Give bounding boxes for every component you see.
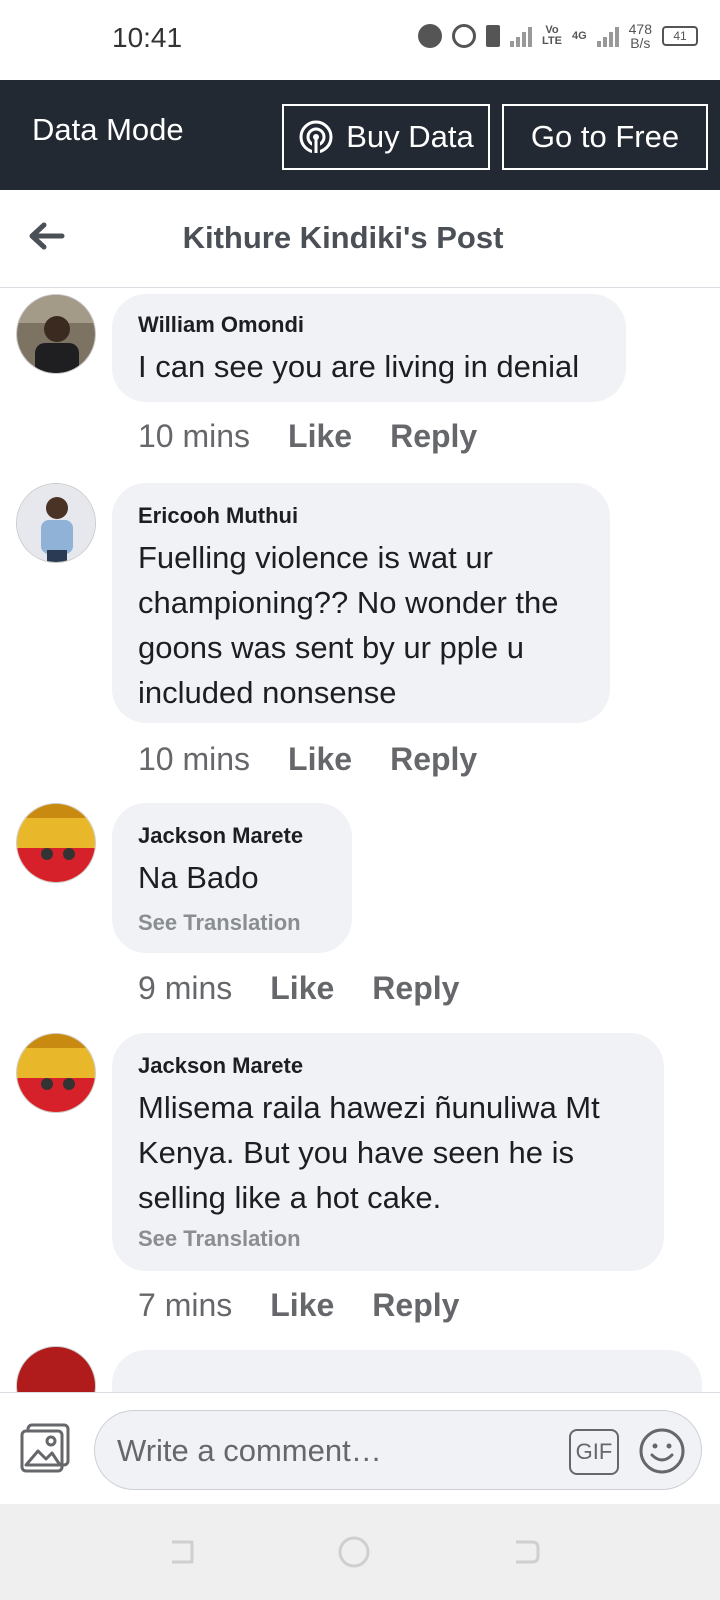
system-nav-bar xyxy=(0,1504,720,1600)
reply-button[interactable]: Reply xyxy=(390,418,477,455)
reply-button[interactable]: Reply xyxy=(372,970,459,1007)
like-button[interactable]: Like xyxy=(288,418,352,455)
data-mode-title: Data Mode xyxy=(32,112,184,147)
like-button[interactable]: Like xyxy=(288,741,352,778)
page-title: Kithure Kindiki's Post xyxy=(182,220,504,255)
comment-author[interactable]: Ericooh Muthui xyxy=(138,503,584,529)
comment-composer: GIF xyxy=(0,1392,720,1504)
avatar[interactable] xyxy=(16,483,96,563)
comment-meta: 10 mins Like Reply xyxy=(138,418,477,455)
comment-input[interactable] xyxy=(117,1429,537,1473)
gif-icon[interactable]: GIF xyxy=(569,1429,619,1475)
avatar-photo xyxy=(17,1034,95,1112)
alarm-icon xyxy=(451,24,476,48)
photo-icon[interactable] xyxy=(20,1423,72,1473)
status-time: 10:41 xyxy=(112,22,183,53)
back-nav-icon[interactable] xyxy=(508,1534,544,1570)
network-type-indicator: 4G xyxy=(571,29,587,42)
comment-bubble: Ericooh Muthui Fuelling violence is wat … xyxy=(112,483,610,723)
buy-data-button[interactable]: Buy Data xyxy=(282,104,490,170)
buy-data-label: Buy Data xyxy=(346,119,474,154)
signal-icon-2 xyxy=(596,25,619,47)
comment-text: Fuelling violence is wat ur championing?… xyxy=(138,540,559,710)
comment-author[interactable]: William Omondi xyxy=(138,312,600,338)
avatar-photo xyxy=(17,295,95,373)
like-button[interactable]: Like xyxy=(270,1287,334,1324)
comment-time[interactable]: 10 mins xyxy=(138,741,250,778)
reply-button[interactable]: Reply xyxy=(390,741,477,778)
comment-bubble: William Omondi I can see you are living … xyxy=(112,294,626,402)
go-to-free-button[interactable]: Go to Free xyxy=(502,104,708,170)
avatar[interactable] xyxy=(16,803,96,883)
comment-input-wrapper: GIF xyxy=(94,1410,702,1490)
comment-meta: 9 mins Like Reply xyxy=(138,970,459,1007)
comment-bubble xyxy=(112,1350,702,1392)
status-icons: Vo LTE 4G 478 B/s 41 xyxy=(417,21,698,51)
data-mode-bar: Data Mode Buy Data Go to Free xyxy=(0,80,720,190)
comment-bubble: Jackson Marete Na Bado See Translation xyxy=(112,803,352,953)
recents-icon[interactable] xyxy=(164,1534,200,1570)
home-icon[interactable] xyxy=(336,1534,372,1570)
comment-text: I can see you are living in denial xyxy=(138,349,580,384)
comment-bubble: Jackson Marete Mlisema raila hawezi ñunu… xyxy=(112,1033,664,1271)
signal-icon xyxy=(509,25,532,47)
comment-text: Mlisema raila hawezi ñunuliwa Mt Kenya. … xyxy=(138,1090,600,1215)
broadcast-icon xyxy=(299,120,333,155)
reply-button[interactable]: Reply xyxy=(372,1287,459,1324)
comment-time[interactable]: 9 mins xyxy=(138,970,232,1007)
volte-indicator: Vo LTE xyxy=(541,24,562,47)
comment-meta: 7 mins Like Reply xyxy=(138,1287,459,1324)
vibrate-icon xyxy=(485,25,500,47)
post-header: Kithure Kindiki's Post xyxy=(0,190,720,288)
emoji-icon[interactable] xyxy=(638,1427,686,1475)
avatar-photo xyxy=(17,804,95,882)
network-speed: 478 B/s xyxy=(628,21,652,51)
avatar[interactable] xyxy=(16,1346,96,1392)
comment-author[interactable]: Jackson Marete xyxy=(138,1053,638,1079)
battery-icon: 41 xyxy=(662,26,698,46)
comment-time[interactable]: 10 mins xyxy=(138,418,250,455)
gif-label: GIF xyxy=(575,1439,613,1464)
comment-text: Na Bado xyxy=(138,860,259,895)
go-to-free-label: Go to Free xyxy=(530,119,680,154)
see-translation-link[interactable]: See Translation xyxy=(138,1226,638,1252)
comment-list[interactable]: William Omondi I can see you are living … xyxy=(0,288,720,1392)
avatar-photo xyxy=(17,484,95,562)
data-saver-icon xyxy=(417,24,442,48)
see-translation-link[interactable]: See Translation xyxy=(138,910,326,936)
avatar[interactable] xyxy=(16,294,96,374)
comment-author[interactable]: Jackson Marete xyxy=(138,823,326,849)
comment-meta: 10 mins Like Reply xyxy=(138,741,477,778)
status-bar: 10:41 Vo LTE 4G 478 B/s 41 xyxy=(0,0,720,80)
comment-time[interactable]: 7 mins xyxy=(138,1287,232,1324)
avatar[interactable] xyxy=(16,1033,96,1113)
like-button[interactable]: Like xyxy=(270,970,334,1007)
